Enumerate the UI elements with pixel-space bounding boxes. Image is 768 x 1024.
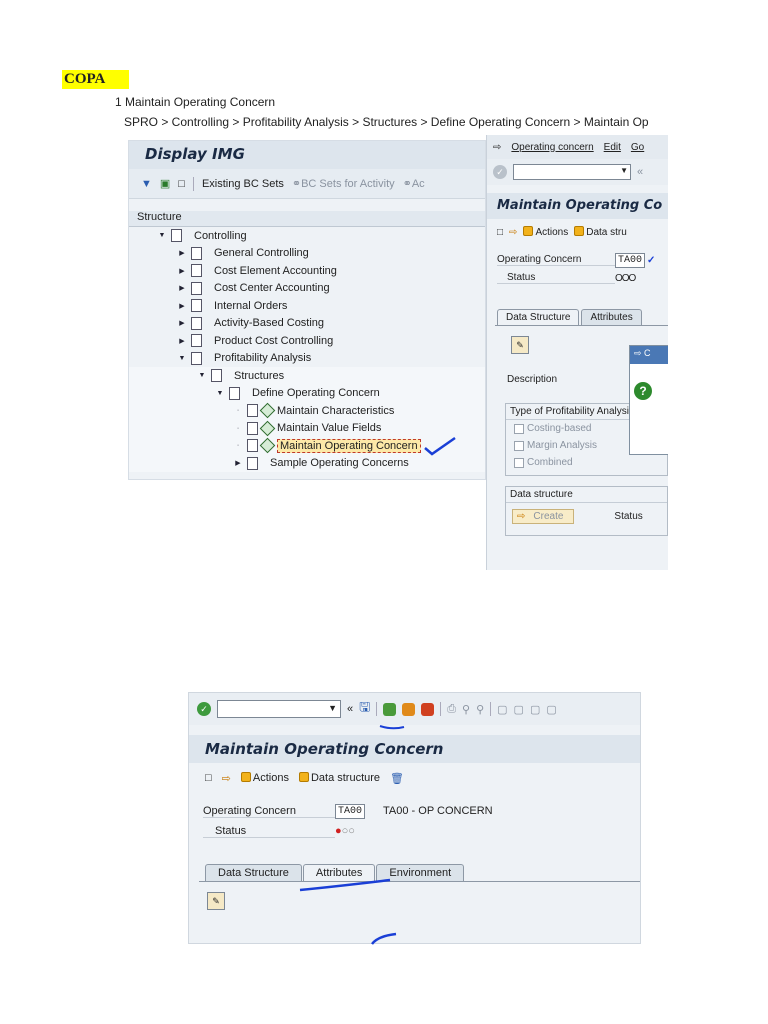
- annotation-ink: [299, 436, 456, 945]
- ink-underline-attributes: [299, 878, 391, 892]
- ink-underline-save: [379, 725, 405, 730]
- ink-stroke: [371, 932, 397, 945]
- ink-checkmark: [424, 436, 456, 456]
